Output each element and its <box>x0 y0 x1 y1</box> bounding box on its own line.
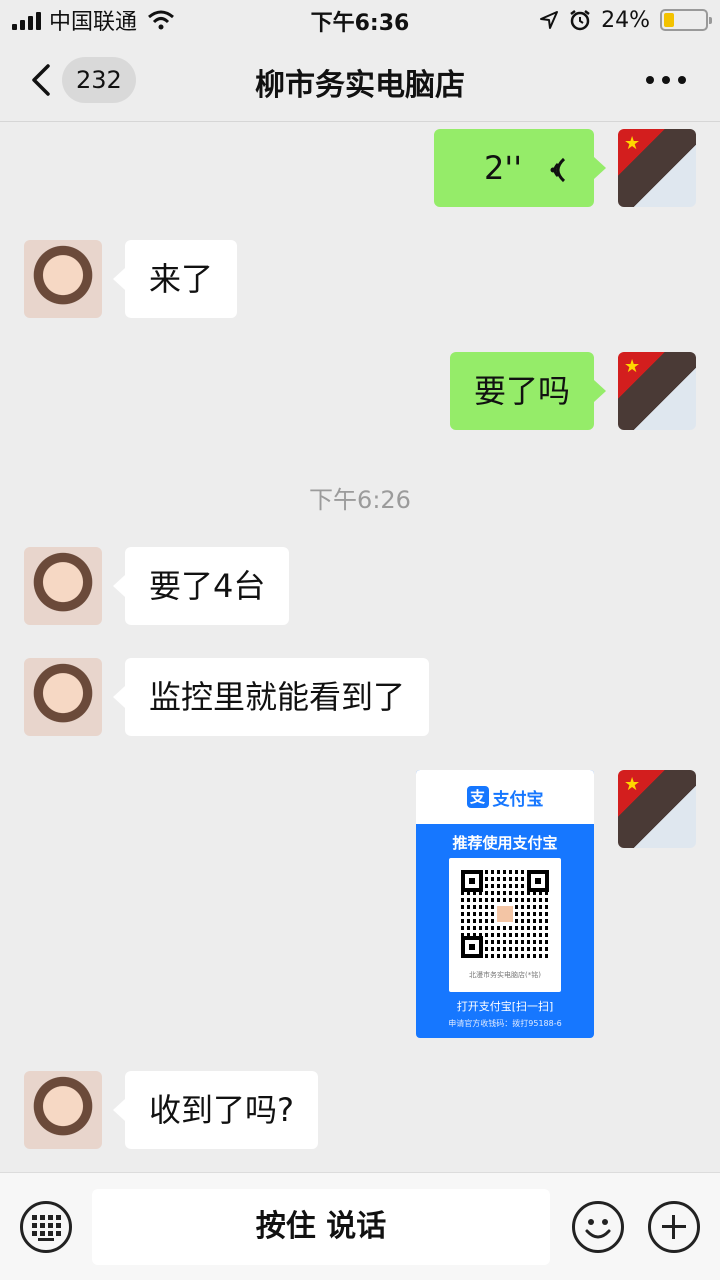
hold-to-talk-button[interactable]: 按住 说话 <box>92 1189 550 1265</box>
qr-open-instruction: 打开支付宝[扫一扫] <box>456 1000 554 1013</box>
alipay-logo-icon: 支 <box>466 786 489 808</box>
qr-footer-text: 申请官方收钱码：拨打95188-6 <box>448 1019 562 1028</box>
chat-title: 柳市务实电脑店 <box>255 68 465 103</box>
qr-code-image-message[interactable]: 支 支付宝 推荐使用支付宝 北漫市务实电脑店(*铭) 打开支付宝[扫一扫] 申请… <box>416 770 594 1038</box>
status-bar: 中国联通 下午6:36 24% <box>0 0 720 40</box>
battery-icon <box>660 9 712 31</box>
my-avatar[interactable]: ★ <box>618 129 696 207</box>
my-avatar[interactable]: ★ <box>618 770 696 848</box>
voice-message-bubble[interactable]: 2'' <box>434 129 606 207</box>
message-text: 监控里就能看到了 <box>149 678 406 716</box>
contact-avatar[interactable] <box>24 658 102 736</box>
location-icon <box>540 11 559 29</box>
message-text: 收到了吗? <box>149 1091 294 1129</box>
chat-timestamp: 下午6:26 <box>309 486 411 514</box>
add-more-icon[interactable] <box>648 1201 700 1253</box>
qr-card-header: 支 支付宝 <box>416 770 594 824</box>
battery-percent: 24% <box>601 7 650 33</box>
message-bubble[interactable]: 监控里就能看到了 <box>112 658 430 736</box>
input-bar: 按住 说话 <box>0 1172 720 1280</box>
qr-code-box: 北漫市务实电脑店(*铭) <box>449 858 561 992</box>
my-avatar[interactable]: ★ <box>618 352 696 430</box>
message-bubble[interactable]: 来了 <box>112 240 238 318</box>
qr-card-title: 推荐使用支付宝 <box>452 834 558 852</box>
contact-avatar[interactable] <box>24 547 102 625</box>
message-text: 要了吗 <box>474 372 571 410</box>
message-bubble[interactable]: 要了吗 <box>450 352 607 430</box>
battery-fill <box>664 13 674 27</box>
contact-avatar[interactable] <box>24 240 102 318</box>
keyboard-toggle-icon[interactable] <box>20 1201 72 1253</box>
alarm-icon <box>570 10 590 31</box>
contact-avatar[interactable] <box>24 1071 102 1149</box>
message-bubble[interactable]: 收到了吗? <box>113 1071 318 1149</box>
qr-center-avatar <box>495 904 515 924</box>
voice-duration: 2'' <box>484 149 522 187</box>
emoji-icon[interactable] <box>572 1201 624 1253</box>
status-right: 24% <box>539 6 712 34</box>
qr-code-pattern <box>461 870 549 958</box>
more-options-icon[interactable] <box>646 76 686 84</box>
message-text: 来了 <box>149 260 214 298</box>
message-text: 要了4台 <box>149 567 266 605</box>
chat-header: 232 柳市务实电脑店 <box>0 40 720 122</box>
message-bubble[interactable]: 要了4台 <box>112 547 290 625</box>
qr-merchant-text: 北漫市务实电脑店(*铭) <box>469 971 541 979</box>
voice-wave-icon <box>550 157 566 183</box>
qr-brand: 支付宝 <box>492 789 544 810</box>
